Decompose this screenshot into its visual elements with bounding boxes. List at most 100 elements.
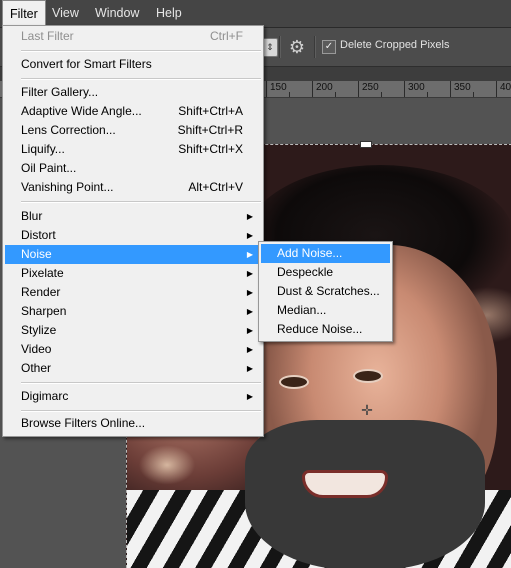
shortcut-label: Ctrl+F xyxy=(210,29,243,43)
menu-item-browse-filters-online[interactable]: Browse Filters Online... xyxy=(5,414,261,433)
delete-cropped-checkbox[interactable]: ✓ xyxy=(322,40,336,54)
menu-item-label: Lens Correction... xyxy=(21,123,116,137)
aspect-stepper[interactable]: ⇕ xyxy=(262,38,278,57)
menu-item-label: Blur xyxy=(21,209,43,223)
menu-item-label: Last Filter xyxy=(21,29,74,43)
menu-item-label: Render xyxy=(21,285,61,299)
ruler-tick xyxy=(404,81,405,97)
menu-item-reduce-noise[interactable]: Reduce Noise... xyxy=(261,320,390,339)
crosshair-icon: ✛ xyxy=(361,402,373,418)
menu-item-stylize[interactable]: Stylize ▶ xyxy=(5,321,261,340)
ruler-label: 200 xyxy=(316,82,333,93)
ruler-tick xyxy=(312,81,313,97)
menu-item-label: Digimarc xyxy=(21,389,69,403)
menu-help[interactable]: Help xyxy=(149,0,189,27)
gear-icon[interactable]: ⚙ xyxy=(285,36,309,58)
filter-menu: Last Filter Ctrl+F Convert for Smart Fil… xyxy=(2,25,264,437)
ruler-tick xyxy=(496,81,497,97)
shortcut-label: Alt+Ctrl+V xyxy=(188,180,243,194)
menu-item-dust-scratches[interactable]: Dust & Scratches... xyxy=(261,282,390,301)
menu-item-adaptive-wide-angle[interactable]: Adaptive Wide Angle... Shift+Ctrl+A xyxy=(5,102,261,121)
menu-separator xyxy=(21,201,261,203)
triangle-right-icon: ▶ xyxy=(246,392,253,401)
menu-item-label: Filter Gallery... xyxy=(21,85,99,99)
ruler-tick xyxy=(473,92,474,97)
menu-item-lens-correction[interactable]: Lens Correction... Shift+Ctrl+R xyxy=(5,121,261,140)
ruler-tick xyxy=(427,92,428,97)
menu-item-label: Stylize xyxy=(21,323,57,337)
menu-separator xyxy=(21,78,261,80)
triangle-right-icon: ▶ xyxy=(246,364,253,373)
menu-filter[interactable]: Filter xyxy=(2,0,46,27)
menu-item-median[interactable]: Median... xyxy=(261,301,390,320)
shortcut-label: Shift+Ctrl+A xyxy=(178,104,243,118)
menu-item-add-noise[interactable]: Add Noise... xyxy=(261,244,390,263)
menu-item-label: Vanishing Point... xyxy=(21,180,114,194)
menu-window[interactable]: Window xyxy=(88,0,146,27)
menu-item-blur[interactable]: Blur ▶ xyxy=(5,207,261,226)
menu-item-label: Median... xyxy=(277,303,327,317)
ruler-tick xyxy=(450,81,451,97)
menu-item-label: Reduce Noise... xyxy=(277,322,363,336)
menu-item-render[interactable]: Render ▶ xyxy=(5,283,261,302)
menu-item-oil-paint[interactable]: Oil Paint... xyxy=(5,159,261,178)
menu-item-last-filter: Last Filter Ctrl+F xyxy=(5,27,261,46)
menu-item-label: Sharpen xyxy=(21,304,67,318)
menu-separator xyxy=(21,50,261,52)
triangle-right-icon: ▶ xyxy=(246,250,253,259)
triangle-right-icon: ▶ xyxy=(246,288,253,297)
menu-item-liquify[interactable]: Liquify... Shift+Ctrl+X xyxy=(5,140,261,159)
menu-item-distort[interactable]: Distort ▶ xyxy=(5,226,261,245)
shortcut-label: Shift+Ctrl+X xyxy=(178,142,243,156)
triangle-right-icon: ▶ xyxy=(246,269,253,278)
menu-item-despeckle[interactable]: Despeckle xyxy=(261,263,390,282)
menu-item-sharpen[interactable]: Sharpen ▶ xyxy=(5,302,261,321)
menu-item-label: Distort xyxy=(21,228,56,242)
menu-item-label: Adaptive Wide Angle... xyxy=(21,104,142,118)
menu-item-vanishing-point[interactable]: Vanishing Point... Alt+Ctrl+V xyxy=(5,178,261,197)
menu-item-filter-gallery[interactable]: Filter Gallery... xyxy=(5,83,261,102)
photo-eye-left xyxy=(279,375,309,389)
ruler-tick xyxy=(289,92,290,97)
noise-submenu: Add Noise... Despeckle Dust & Scratches.… xyxy=(258,241,393,342)
menu-item-digimarc[interactable]: Digimarc ▶ xyxy=(5,387,261,406)
photo-eye-right xyxy=(353,369,383,383)
menu-item-convert-smart-filters[interactable]: Convert for Smart Filters xyxy=(5,55,261,74)
crop-handle[interactable] xyxy=(360,141,372,148)
triangle-right-icon: ▶ xyxy=(246,212,253,221)
menu-item-pixelate[interactable]: Pixelate ▶ xyxy=(5,264,261,283)
menu-item-video[interactable]: Video ▶ xyxy=(5,340,261,359)
menu-item-other[interactable]: Other ▶ xyxy=(5,359,261,378)
ruler-label: 250 xyxy=(362,82,379,93)
menu-item-label: Convert for Smart Filters xyxy=(21,57,152,71)
menu-item-label: Noise xyxy=(21,247,52,261)
menu-bar: Filter View Window Help xyxy=(0,0,511,28)
ruler-label: 400 xyxy=(500,82,511,93)
menu-view[interactable]: View xyxy=(45,0,86,27)
options-divider xyxy=(279,36,281,58)
delete-cropped-label: Delete Cropped Pixels xyxy=(340,39,450,51)
triangle-right-icon: ▶ xyxy=(246,231,253,240)
menu-item-label: Despeckle xyxy=(277,265,334,279)
menu-item-label: Video xyxy=(21,342,52,356)
menu-item-label: Other xyxy=(21,361,52,375)
ruler-tick xyxy=(381,92,382,97)
menu-item-label: Oil Paint... xyxy=(21,161,77,175)
ruler-tick xyxy=(358,81,359,97)
menu-item-label: Pixelate xyxy=(21,266,64,280)
triangle-right-icon: ▶ xyxy=(246,326,253,335)
triangle-right-icon: ▶ xyxy=(246,307,253,316)
menu-item-label: Liquify... xyxy=(21,142,65,156)
menu-separator xyxy=(21,410,261,412)
menu-separator xyxy=(21,382,261,384)
options-divider xyxy=(314,36,316,58)
triangle-right-icon: ▶ xyxy=(246,345,253,354)
menu-item-label: Dust & Scratches... xyxy=(277,284,380,298)
menu-item-label: Browse Filters Online... xyxy=(21,416,146,430)
shortcut-label: Shift+Ctrl+R xyxy=(177,123,243,137)
menu-item-label: Add Noise... xyxy=(277,246,343,260)
menu-item-noise[interactable]: Noise ▶ xyxy=(5,245,261,264)
ruler-tick xyxy=(266,81,267,97)
ruler-label: 300 xyxy=(408,82,425,93)
photo-mouth xyxy=(302,470,388,498)
